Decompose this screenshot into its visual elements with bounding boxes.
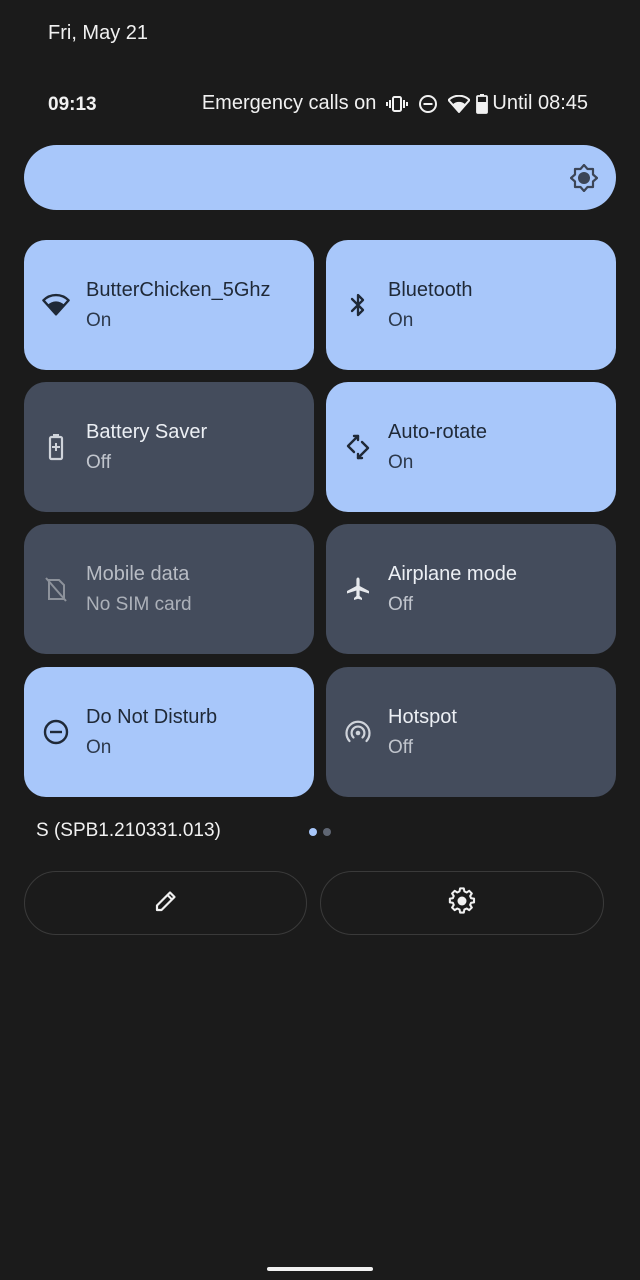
hotspot-icon xyxy=(344,718,372,746)
page-dot-inactive xyxy=(323,828,331,836)
tile-label: Auto-rotate xyxy=(388,420,487,443)
tile-label: Airplane mode xyxy=(388,562,517,585)
tile-wifi[interactable]: ButterChicken_5Ghz On xyxy=(24,240,314,370)
clock: 09:13 xyxy=(48,94,97,115)
wifi-icon xyxy=(42,291,70,319)
edit-icon xyxy=(153,888,179,919)
page-indicator xyxy=(309,828,331,836)
tile-status: On xyxy=(86,736,112,758)
settings-button[interactable] xyxy=(320,871,604,935)
status-bar-right: Emergency calls on Until 08:45 xyxy=(202,92,588,115)
tile-status: Off xyxy=(388,736,413,758)
tile-status: On xyxy=(388,309,414,331)
tile-label: Hotspot xyxy=(388,705,457,728)
page-dot-active xyxy=(309,828,317,836)
wifi-icon xyxy=(448,94,471,113)
tile-label: Do Not Disturb xyxy=(86,705,218,728)
tile-hotspot[interactable]: Hotspot Off xyxy=(326,667,616,797)
do-not-disturb-icon xyxy=(418,94,438,114)
emergency-calls-text: Emergency calls on xyxy=(201,92,377,114)
no-sim-icon xyxy=(42,575,70,603)
tile-battery-saver[interactable]: Battery Saver Off xyxy=(24,382,314,512)
tile-label: Battery Saver xyxy=(86,420,208,443)
do-not-disturb-icon xyxy=(42,718,70,746)
tile-status: Off xyxy=(86,451,111,473)
tile-status: On xyxy=(388,451,414,473)
tile-status: No SIM card xyxy=(86,593,192,615)
tile-label: Mobile data xyxy=(86,562,190,585)
tile-bluetooth[interactable]: Bluetooth On xyxy=(326,240,616,370)
tile-status: On xyxy=(86,309,112,331)
vibrate-icon xyxy=(386,95,409,113)
auto-rotate-icon xyxy=(344,433,372,461)
gesture-navigation-bar[interactable] xyxy=(267,1267,373,1271)
airplane-icon xyxy=(344,575,372,603)
tile-label: ButterChicken_5Ghz xyxy=(86,278,271,301)
bluetooth-icon xyxy=(344,291,372,319)
tile-airplane-mode[interactable]: Airplane mode Off xyxy=(326,524,616,654)
alarm-until-text: Until 08:45 xyxy=(492,92,588,114)
tile-do-not-disturb[interactable]: Do Not Disturb On xyxy=(24,667,314,797)
tile-mobile-data[interactable]: Mobile data No SIM card xyxy=(24,524,314,654)
brightness-slider[interactable] xyxy=(24,145,616,210)
tile-label: Bluetooth xyxy=(388,278,473,301)
tile-status: Off xyxy=(388,593,413,615)
date-label: Fri, May 21 xyxy=(48,22,149,44)
tile-auto-rotate[interactable]: Auto-rotate On xyxy=(326,382,616,512)
battery-icon xyxy=(476,93,489,114)
edit-button[interactable] xyxy=(24,871,307,935)
battery-saver-icon xyxy=(42,433,70,461)
build-number[interactable]: S (SPB1.210331.013) xyxy=(36,820,221,842)
settings-icon xyxy=(448,886,476,920)
brightness-icon xyxy=(569,163,599,197)
